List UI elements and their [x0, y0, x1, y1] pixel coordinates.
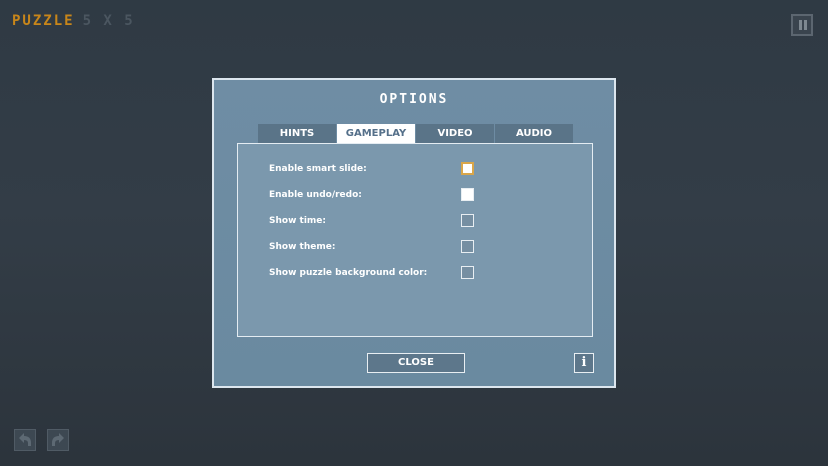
info-button[interactable]: i	[574, 353, 594, 373]
option-label-undo-redo: Enable undo/redo:	[269, 190, 362, 200]
pause-icon-bar	[804, 20, 807, 30]
info-icon: i	[581, 355, 587, 370]
tab-hints[interactable]: HINTS	[258, 124, 336, 143]
options-dialog: OPTIONS HINTS GAMEPLAY VIDEO AUDIO Enabl…	[212, 78, 616, 388]
undo-arrow-icon	[19, 433, 31, 446]
undo-button[interactable]	[14, 429, 36, 451]
pause-icon	[799, 20, 802, 30]
game-title: PUZZLE 5 X 5	[12, 12, 135, 30]
close-button[interactable]: CLOSE	[367, 353, 465, 373]
undo-redo-checkbox[interactable]	[461, 188, 474, 201]
dialog-title: OPTIONS	[379, 92, 449, 107]
option-label-puzzle-bg-color: Show puzzle background color:	[269, 268, 428, 278]
redo-button[interactable]	[47, 429, 69, 451]
option-label-show-theme: Show theme:	[269, 242, 336, 252]
option-row-show-time: Show time:	[269, 214, 474, 228]
game-title-word: PUZZLE	[12, 13, 75, 29]
tab-audio[interactable]: AUDIO	[495, 124, 573, 143]
show-time-checkbox[interactable]	[461, 214, 474, 227]
pause-button[interactable]	[791, 14, 813, 36]
show-theme-checkbox[interactable]	[461, 240, 474, 253]
puzzle-bg-color-checkbox[interactable]	[461, 266, 474, 279]
option-label-smart-slide: Enable smart slide:	[269, 164, 367, 174]
option-row-show-theme: Show theme:	[269, 240, 474, 254]
gameplay-panel: Enable smart slide: Enable undo/redo: Sh…	[237, 143, 593, 337]
option-label-show-time: Show time:	[269, 216, 326, 226]
option-row-smart-slide: Enable smart slide:	[269, 162, 474, 176]
tab-video[interactable]: VIDEO	[416, 124, 494, 143]
redo-arrow-icon	[52, 433, 64, 446]
game-title-size: 5 X 5	[82, 13, 135, 29]
option-row-undo-redo: Enable undo/redo:	[269, 188, 474, 202]
tab-gameplay[interactable]: GAMEPLAY	[337, 124, 415, 143]
smart-slide-checkbox[interactable]	[461, 162, 474, 175]
option-row-puzzle-bg-color: Show puzzle background color:	[269, 266, 474, 280]
